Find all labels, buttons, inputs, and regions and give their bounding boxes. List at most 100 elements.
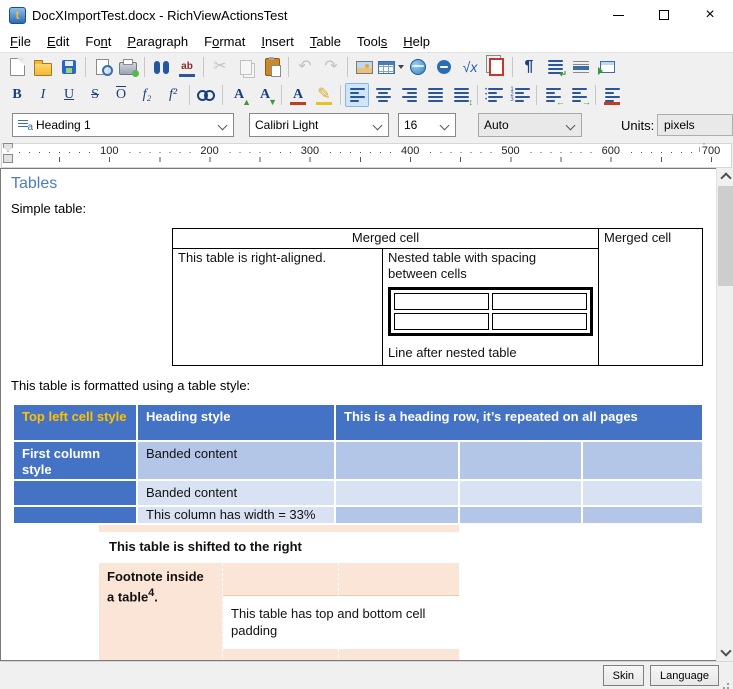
underline-icon[interactable]: U bbox=[57, 83, 81, 107]
menu-insert[interactable]: Insert bbox=[253, 32, 302, 51]
cell-heading-row: This is a heading row, it’s repeated on … bbox=[336, 405, 702, 440]
units-value-box[interactable]: pixels bbox=[657, 114, 733, 136]
menu-tools[interactable]: Tools bbox=[349, 32, 395, 51]
menu-help[interactable]: Help bbox=[395, 32, 438, 51]
font-size-combobox[interactable]: 16 bbox=[398, 113, 456, 137]
formatting-marks-icon[interactable]: ¶ bbox=[517, 55, 541, 79]
font-size-combobox-value: 16 bbox=[404, 118, 417, 132]
paragraph-simple-table: Simple table: bbox=[11, 201, 86, 216]
skin-button[interactable]: Skin bbox=[603, 665, 644, 686]
menu-format[interactable]: Format bbox=[196, 32, 253, 51]
font-combobox[interactable]: Calibri Light bbox=[249, 113, 389, 137]
decrease-indent-icon[interactable]: ← bbox=[541, 83, 565, 107]
minimize-button[interactable] bbox=[595, 0, 641, 30]
page-break-icon[interactable] bbox=[595, 55, 619, 79]
increase-indent-icon[interactable]: → bbox=[567, 83, 591, 107]
maximize-button[interactable] bbox=[641, 0, 687, 30]
chevron-down-icon bbox=[566, 121, 576, 131]
highlight-icon[interactable]: ✎ bbox=[312, 83, 336, 107]
vertical-scrollbar[interactable] bbox=[716, 168, 733, 661]
document-area[interactable]: Tables Simple table: Merged cell Merged … bbox=[0, 168, 716, 661]
overline-icon[interactable]: O bbox=[109, 83, 133, 107]
insert-image-icon[interactable] bbox=[352, 55, 376, 79]
paste-icon[interactable] bbox=[260, 55, 284, 79]
toolbar-separator bbox=[595, 85, 596, 105]
new-document-icon[interactable] bbox=[5, 55, 29, 79]
cell-empty bbox=[583, 442, 702, 479]
align-center-icon[interactable] bbox=[371, 83, 395, 107]
line-spacing-icon[interactable]: ↕ bbox=[449, 83, 473, 107]
italic-icon[interactable]: I bbox=[31, 83, 55, 107]
toolbar-separator bbox=[536, 85, 537, 105]
subscript-icon[interactable]: f₂ bbox=[135, 83, 159, 107]
bullet-list-icon[interactable]: • • • bbox=[482, 83, 506, 107]
toolbar-separator bbox=[288, 57, 289, 77]
bold-icon[interactable]: B bbox=[5, 83, 29, 107]
paragraph-shading-icon[interactable] bbox=[600, 83, 624, 107]
chevron-down-icon bbox=[218, 121, 228, 131]
paragraph-style-icon: a bbox=[18, 119, 33, 132]
chevron-down-icon bbox=[720, 645, 731, 656]
auto-combobox-value: Auto bbox=[484, 118, 509, 132]
cell-empty bbox=[460, 442, 581, 479]
language-button[interactable]: Language bbox=[650, 665, 719, 686]
align-right-icon[interactable] bbox=[397, 83, 421, 107]
numbered-list-icon[interactable]: 1 2 3 bbox=[508, 83, 532, 107]
table-simple: Merged cell Merged cell This table is ri… bbox=[172, 228, 703, 366]
scroll-down-button[interactable] bbox=[717, 644, 733, 661]
horizontal-line-icon[interactable] bbox=[569, 55, 593, 79]
menu-bar: FileEditFontParagraphFormatInsertTableTo… bbox=[0, 30, 733, 52]
resize-grip[interactable] bbox=[727, 683, 729, 685]
strikethrough-icon[interactable]: S bbox=[83, 83, 107, 107]
cell-empty bbox=[336, 442, 458, 479]
superscript-icon[interactable]: f² bbox=[161, 83, 185, 107]
justify-icon[interactable] bbox=[423, 83, 447, 107]
toolbar-separator bbox=[281, 85, 282, 105]
print-preview-icon[interactable] bbox=[90, 55, 114, 79]
title-bar: t DocXImportTest.docx - RichViewActionsT… bbox=[0, 0, 733, 30]
style-combobox[interactable]: a Heading 1 bbox=[12, 113, 234, 137]
equation-icon[interactable]: √x bbox=[458, 55, 482, 79]
table-cell-right-aligned: This table is right-aligned. bbox=[173, 249, 383, 365]
left-indent-marker[interactable] bbox=[3, 154, 13, 163]
font-color-icon[interactable]: A bbox=[286, 83, 310, 107]
menu-file[interactable]: File bbox=[2, 32, 39, 51]
nested-table bbox=[388, 287, 593, 336]
insert-table-icon[interactable] bbox=[378, 55, 404, 79]
menu-edit[interactable]: Edit bbox=[39, 32, 77, 51]
open-icon[interactable] bbox=[31, 55, 55, 79]
app-icon: t bbox=[9, 7, 26, 24]
cell-padding-note: This table has top and bottom cell paddi… bbox=[223, 596, 459, 649]
shrink-font-icon[interactable]: A▼ bbox=[253, 83, 277, 107]
insert-symbol-icon[interactable] bbox=[432, 55, 456, 79]
status-bar: Skin Language bbox=[0, 661, 733, 689]
grow-font-icon[interactable]: A▲ bbox=[227, 83, 251, 107]
cell-shifted-title: This table is shifted to the right bbox=[99, 532, 459, 563]
save-icon[interactable] bbox=[57, 55, 81, 79]
toolbar-separator bbox=[189, 85, 190, 105]
paste-special-icon[interactable] bbox=[484, 55, 508, 79]
replace-icon[interactable]: ab bbox=[175, 55, 199, 79]
cell-empty bbox=[583, 481, 702, 505]
glasses-icon[interactable] bbox=[194, 83, 218, 107]
align-left-icon[interactable] bbox=[345, 83, 369, 107]
units-value: pixels bbox=[664, 118, 695, 132]
find-icon[interactable] bbox=[149, 55, 173, 79]
scrollbar-thumb[interactable] bbox=[718, 186, 733, 286]
table-cell-merged-right: Merged cell bbox=[599, 229, 704, 365]
cut-icon: ✂ bbox=[208, 55, 232, 79]
scroll-up-button[interactable] bbox=[717, 168, 733, 185]
chevron-down-icon bbox=[398, 65, 404, 69]
menu-paragraph[interactable]: Paragraph bbox=[119, 32, 196, 51]
cell-empty bbox=[339, 649, 459, 661]
cell-banded-1: Banded content bbox=[138, 442, 334, 479]
print-icon[interactable] bbox=[116, 55, 140, 79]
hyperlink-icon[interactable] bbox=[406, 55, 430, 79]
close-button[interactable]: × bbox=[687, 0, 733, 30]
menu-font[interactable]: Font bbox=[77, 32, 119, 51]
menu-table[interactable]: Table bbox=[302, 32, 349, 51]
cell-empty bbox=[14, 507, 136, 523]
line-break-icon[interactable]: ↵ bbox=[543, 55, 567, 79]
toolbar-separator bbox=[340, 85, 341, 105]
auto-combobox[interactable]: Auto bbox=[478, 113, 582, 137]
